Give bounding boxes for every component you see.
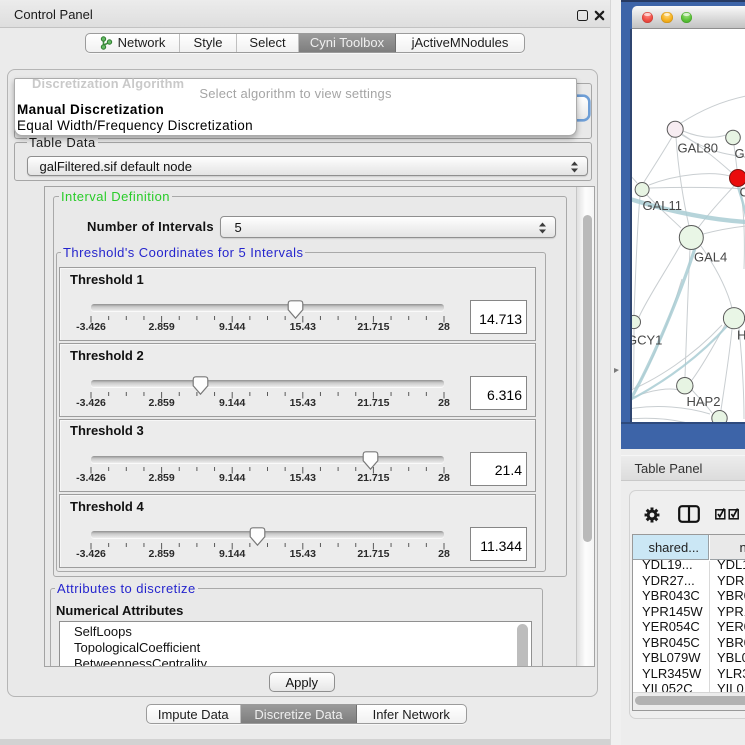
svg-text:GAL4: GAL4	[694, 249, 727, 264]
svg-text:GAL80: GAL80	[677, 140, 717, 155]
svg-text:GA: GA	[734, 146, 745, 161]
svg-text:H: H	[737, 327, 745, 342]
svg-text:GCY1: GCY1	[632, 332, 662, 347]
svg-text:HAP2: HAP2	[686, 394, 720, 409]
svg-text:GAL11: GAL11	[642, 198, 682, 213]
svg-text:C: C	[739, 184, 745, 199]
